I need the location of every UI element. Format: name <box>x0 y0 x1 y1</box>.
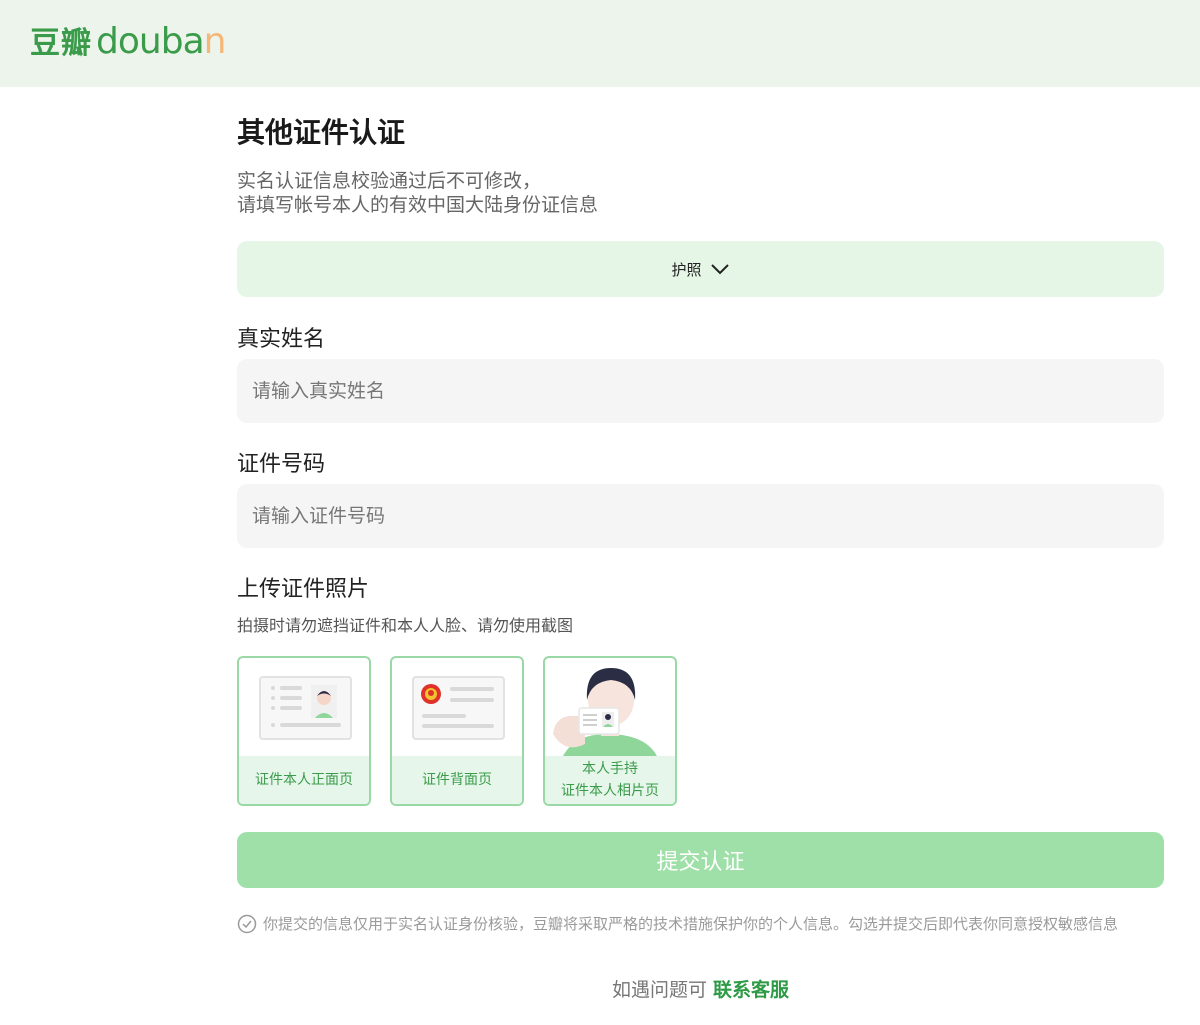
upload-label: 上传证件照片 <box>237 577 370 602</box>
page-title: 其他证件认证 <box>237 116 406 149</box>
upload-holding-caption-line-1: 本人手持 <box>582 761 638 777</box>
description-line-1: 实名认证信息校验通过后不可修改， <box>237 170 542 192</box>
help-row: 如遇问题可 联系客服 <box>237 975 1164 1002</box>
agreement-row: 你提交的信息仅用于实名认证身份核验，豆瓣将采取严格的技术措施保护你的个人信息。勾… <box>237 913 1118 934</box>
real-name-input[interactable] <box>237 359 1164 423</box>
upload-holding-caption: 本人手持 证件本人相片页 <box>545 756 675 804</box>
page-description: 实名认证信息校验通过后不可修改， 请填写帐号本人的有效中国大陆身份证信息 <box>237 169 598 217</box>
upload-front-page[interactable]: 证件本人正面页 <box>237 656 371 806</box>
check-circle-icon[interactable] <box>237 914 257 934</box>
submit-button[interactable]: 提交认证 <box>237 832 1164 888</box>
upload-hint: 拍摄时请勿遮挡证件和本人人脸、请勿使用截图 <box>237 616 574 635</box>
upload-holding-caption-line-2: 证件本人相片页 <box>561 783 659 799</box>
description-line-2: 请填写帐号本人的有效中国大陆身份证信息 <box>237 194 599 216</box>
chevron-down-icon <box>710 264 729 275</box>
document-type-value: 护照 <box>671 260 702 279</box>
id-number-input[interactable] <box>237 484 1164 548</box>
contact-support-link[interactable]: 联系客服 <box>713 979 789 1001</box>
logo-chinese: 豆瓣 <box>30 26 92 61</box>
id-number-label: 证件号码 <box>237 452 326 477</box>
document-type-select[interactable]: 护照 <box>237 241 1164 297</box>
help-text: 如遇问题可 <box>611 979 707 1001</box>
id-front-illustration-icon <box>259 676 352 740</box>
id-back-illustration-icon <box>412 676 505 740</box>
agreement-text: 你提交的信息仅用于实名认证身份核验，豆瓣将采取严格的技术措施保护你的个人信息。勾… <box>263 915 1119 933</box>
person-holding-id-illustration-icon <box>553 668 657 756</box>
upload-front-caption: 证件本人正面页 <box>239 756 369 804</box>
logo-english: douban <box>96 21 226 62</box>
upload-back-caption: 证件背面页 <box>392 756 522 804</box>
upload-holding-id[interactable]: 本人手持 证件本人相片页 <box>543 656 677 806</box>
douban-logo[interactable]: 豆瓣 douban <box>30 21 226 62</box>
name-label: 真实姓名 <box>237 327 326 352</box>
upload-back-page[interactable]: 证件背面页 <box>390 656 524 806</box>
top-bar: 豆瓣 douban <box>0 0 1200 87</box>
